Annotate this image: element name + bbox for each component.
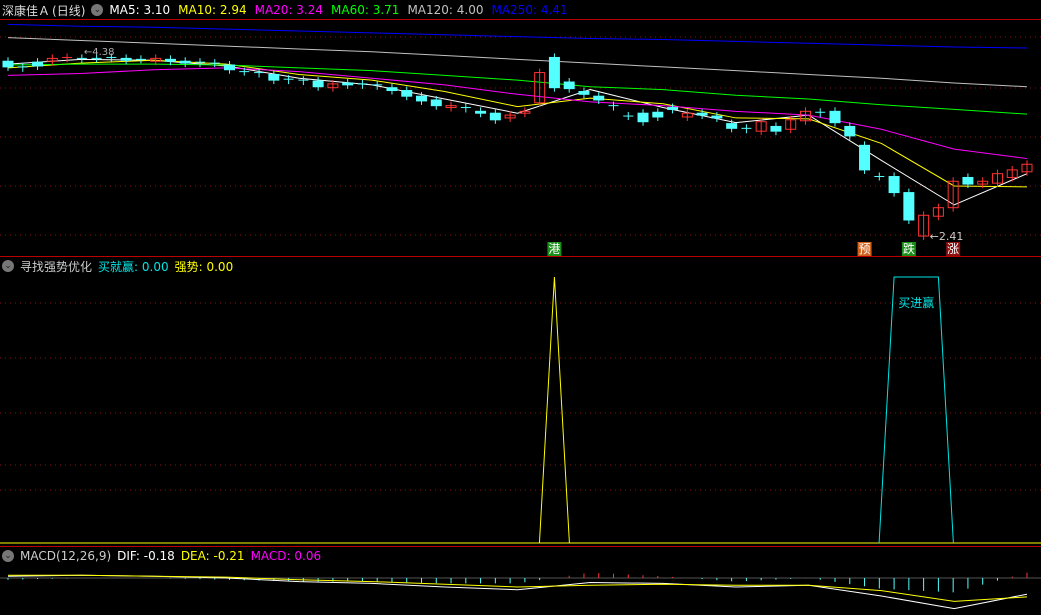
strong-spike [538,276,570,544]
signal-label: 涨 [947,241,959,256]
candle-body [179,60,191,64]
strong-legend: 强势: 0.00 [174,259,234,274]
ma-line-ma10 [7,59,1028,188]
legend-label: 买就赢 [98,259,135,274]
candle-body [962,176,974,185]
ma-legend-ma20: MA20: 3.24 [254,3,324,17]
candle-body [2,60,14,68]
ma-legend-ma250: MA250: 4.41 [491,3,568,17]
candle-body [312,80,324,88]
candle-body [696,112,708,116]
ma-legend-ma5: MA5: 3.10 [109,3,171,17]
candlestick-chart[interactable]: ←2.41←4.38港预跌涨 [0,20,1041,256]
ma-legend-ma60: MA60: 3.71 [331,3,400,17]
collapse-icon[interactable]: ⌄ [91,4,104,16]
main-chart-header: 深康佳Ａ (日线) ⌄ MA5: 3.10 MA10: 2.94 MA20: 3.2… [0,1,568,19]
legend-value: 2.94 [219,3,247,17]
candle-body [726,123,738,129]
legend-value: -0.18 [143,549,175,563]
legend-value: -0.21 [213,549,245,563]
candle-body [637,112,649,123]
candle-body [859,144,871,171]
collapse-icon[interactable]: ⌄ [2,260,14,272]
ma-legend: MA5: 3.10 MA10: 2.94 MA20: 3.24 MA60: 3.71 M… [109,3,567,17]
legend-value: 0.00 [141,259,169,274]
candle-body [667,107,679,110]
buy-win-plateau [878,276,954,544]
candle-body [430,99,442,107]
legend-label: MACD [250,549,287,563]
macd-name: MACD(12,26,9) [20,549,112,563]
legend-value: 0.06 [294,549,322,563]
legend-label: 强势 [174,259,199,274]
legend-value: 3.24 [296,3,324,17]
candle-body [593,95,605,101]
dea-legend: DEA: -0.21 [180,549,245,563]
candle-body [386,87,398,92]
candle-body [475,110,487,114]
high-price-marker: ←4.38 [84,47,115,58]
legend-value: 3.71 [372,3,400,17]
candle-body [888,176,900,194]
candle-body [652,111,664,118]
buy-annotation: 买进赢 [898,295,934,310]
candle-body [120,57,132,61]
indicator-chart[interactable]: 买进赢 [0,275,1041,545]
candle-body [342,82,354,86]
legend-label: MA20 [254,3,289,17]
candle-body [829,110,841,124]
legend-label: MA60 [331,3,365,17]
candle-body [770,125,782,132]
signal-label: 跌 [903,241,915,256]
indicator-header: ⌄ 寻找强势优化 买就赢: 0.00 强势: 0.00 [0,257,233,275]
dea-line [8,574,1028,602]
dif-legend: DIF: -0.18 [117,549,175,563]
buy-win-legend: 买就赢: 0.00 [98,259,169,274]
legend-label: MA120 [407,3,449,17]
candle-body [578,90,590,95]
legend-label: MA250 [491,3,533,17]
legend-label: DEA [180,549,206,563]
candle-body [548,56,560,89]
collapse-icon[interactable]: ⌄ [2,550,14,562]
legend-value: 4.00 [456,3,484,17]
candle-body [164,58,176,62]
stock-name: 深康佳Ａ [2,3,51,18]
candle-body [416,95,428,102]
ma-legend-ma10: MA10: 2.94 [178,3,247,17]
legend-label: MA5 [109,3,136,17]
legend-value: 0.00 [206,259,234,274]
candle-body [903,192,915,221]
candle-body [563,81,575,90]
dif-line [7,574,1028,610]
ma-legend-ma120: MA120: 4.00 [407,3,484,17]
legend-value: 4.41 [540,3,568,17]
signal-label: 预 [859,242,871,256]
candle-body [401,90,413,97]
legend-value: 3.10 [143,3,171,17]
ma-line-ma5 [7,58,1028,206]
macd-chart[interactable] [0,565,1041,615]
candle-body [32,61,44,67]
candle-body [268,73,280,81]
macd-legend: MACD: 0.06 [250,549,322,563]
signal-label: 港 [548,242,560,256]
indicator-name: 寻找强势优化 [20,259,93,274]
period: (日线) [52,3,86,18]
candle-body [489,112,501,121]
candle-body [224,64,236,71]
legend-label: MA10 [178,3,213,17]
legend-label: DIF [117,549,136,563]
candle-body [711,115,723,119]
candle-body [844,125,856,137]
macd-header: ⌄ MACD(12,26,9) DIF: -0.18 DEA: -0.21 MA… [0,547,321,565]
ma-line-ma250 [7,23,1028,49]
